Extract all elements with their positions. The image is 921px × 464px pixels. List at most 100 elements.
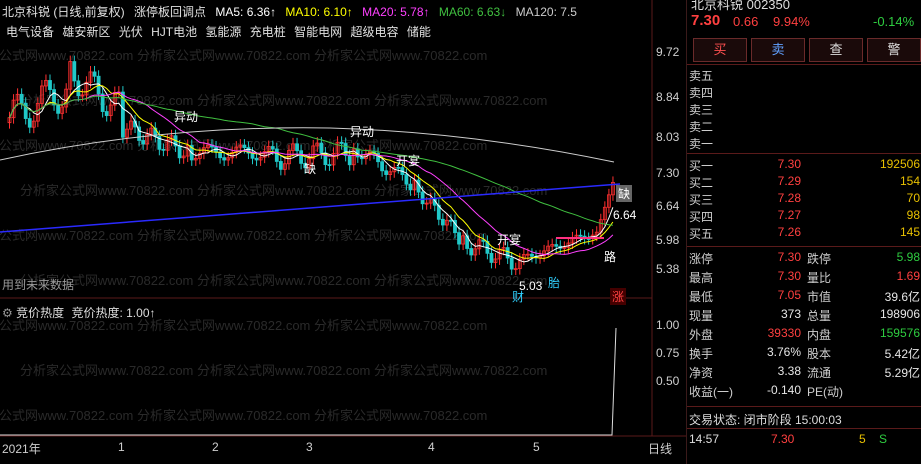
candle-body: [177, 145, 182, 159]
stat-value: 3.38: [777, 364, 801, 378]
stat-label: 外盘: [689, 328, 714, 342]
level-volume: 70: [906, 191, 920, 205]
candle-body: [347, 155, 352, 166]
stat-value: 198906: [879, 307, 920, 321]
kline-main-area[interactable]: 分析家公式网www.70822.com 分析家公式网www.70822.com …: [0, 0, 686, 464]
level-label: 买四: [689, 210, 714, 224]
candle-body: [104, 111, 109, 116]
tag-item[interactable]: 智能电网: [294, 25, 342, 39]
candle-body: [218, 151, 223, 159]
sell-level[interactable]: 卖一: [687, 135, 921, 151]
alert-button[interactable]: 警: [867, 38, 921, 62]
stat-label: 流通: [807, 366, 832, 380]
tag-item[interactable]: 充电桩: [250, 25, 286, 39]
level-label: 卖二: [689, 120, 714, 134]
ma10-label: MA10: 6.10↑: [285, 5, 353, 19]
buy-level[interactable]: 买二 7.29 154: [687, 174, 921, 190]
sell-level[interactable]: 卖三: [687, 101, 921, 117]
watermark-text: 分析家公式网www.70822.com 分析家公式网www.70822.com …: [0, 48, 487, 63]
indicator-name[interactable]: 涨停板回调点: [134, 5, 206, 19]
buy-level[interactable]: 买五 7.26 145: [687, 225, 921, 241]
quote-right-pct: -0.14%: [873, 14, 915, 29]
level-price: 7.26: [777, 225, 801, 239]
watermark-text: 分析家公式网www.70822.com 分析家公式网www.70822.com …: [0, 228, 487, 243]
stat-label: 涨停: [689, 252, 714, 266]
level-price: 7.30: [777, 157, 801, 171]
kline-chart-svg[interactable]: 分析家公式网www.70822.com 分析家公式网www.70822.com …: [0, 0, 686, 464]
candle-body: [457, 232, 461, 245]
level-label: 买五: [689, 227, 714, 241]
tag-item[interactable]: 电气设备: [6, 25, 54, 39]
buy-level[interactable]: 买三 7.28 70: [687, 191, 921, 207]
stat-label: 内盘: [807, 328, 832, 342]
high-price-label: 6.64: [613, 208, 637, 222]
level-label: 买三: [689, 193, 714, 207]
sell-level[interactable]: 卖四: [687, 84, 921, 100]
candle-body: [578, 234, 583, 237]
stat-value: 373: [780, 307, 801, 321]
tag-item[interactable]: 光伏: [119, 25, 143, 39]
stock-title[interactable]: 北京科锐 (日线,前复权): [2, 5, 125, 19]
signal-que: 缺: [304, 162, 317, 176]
watermark-text: 分析家公式网www.70822.com 分析家公式网www.70822.com …: [20, 363, 547, 378]
sell-level[interactable]: 卖二: [687, 118, 921, 134]
gear-icon[interactable]: ⚙: [2, 306, 13, 320]
level-volume: 154: [899, 174, 920, 188]
level-label: 卖五: [689, 69, 714, 83]
stat-value: 39.6亿: [884, 290, 920, 304]
query-button[interactable]: 查: [809, 38, 863, 62]
tag-item[interactable]: 雄安新区: [62, 25, 110, 39]
candle-body: [380, 161, 385, 172]
x-axis-year: 2021年: [2, 442, 41, 456]
candle-body: [408, 183, 413, 191]
tag-item[interactable]: HJT电池: [151, 25, 197, 39]
stat-value: -0.140: [766, 383, 801, 397]
watermark-text: 分析家公式网www.70822.com 分析家公式网www.70822.com …: [0, 408, 487, 423]
stat-label: 净资: [689, 366, 714, 380]
level-price: 7.28: [777, 191, 801, 205]
candle-body: [505, 247, 510, 259]
stat-label: 市值: [807, 290, 832, 304]
stat-label: 最高: [689, 271, 714, 285]
stat-label: 最低: [689, 290, 714, 304]
stat-label: 换手: [689, 347, 714, 361]
sell-button[interactable]: 卖: [751, 38, 805, 62]
candle-body: [554, 244, 559, 247]
ma60-label: MA60: 6.63↓: [438, 5, 507, 19]
level-label: 买二: [689, 176, 714, 190]
candle-body: [299, 150, 304, 164]
sub-panel-title[interactable]: 竞价热度: [16, 306, 64, 320]
indicator-header: 北京科锐 (日线,前复权) 涨停板回调点 MA5: 6.36↑ MA10: 6.…: [2, 3, 583, 19]
sell-level[interactable]: 卖五: [687, 67, 921, 83]
candle-body: [420, 191, 425, 205]
sub-panel-value: 竞价热度: 1.00↑: [71, 306, 156, 320]
candle-body: [384, 170, 389, 175]
candle-body: [27, 118, 32, 128]
level-volume: 192506: [879, 157, 920, 171]
candle-body: [274, 148, 279, 162]
buy-level[interactable]: 买一 7.30 192506: [687, 157, 921, 173]
tag-item[interactable]: 超级电容: [351, 25, 399, 39]
candle-body: [404, 174, 409, 185]
signal-yidong: 异动: [350, 125, 375, 139]
buy-button[interactable]: 买: [693, 38, 747, 62]
candle-body: [469, 248, 474, 256]
stat-label: 总量: [807, 309, 832, 323]
ma20-label: MA20: 5.78↑: [362, 5, 430, 19]
stat-row: 涨停 7.30 跌停 5.98: [687, 250, 921, 266]
tag-item[interactable]: 氢能源: [205, 25, 241, 39]
quote-panel: 北京科锐 002350 7.30 0.66 9.94% -0.14% 买 卖 查…: [686, 0, 921, 464]
signal-kaixuan: 开宴: [396, 154, 421, 168]
stat-value: 1.69: [896, 269, 920, 283]
candle-body: [343, 143, 348, 156]
candle-body: [19, 93, 24, 104]
period-label[interactable]: 日线: [648, 440, 672, 457]
stat-label: 收益(一): [689, 385, 733, 399]
signal-kaixuan: 开宴: [497, 233, 522, 247]
quote-change: 0.66: [733, 14, 759, 29]
tick-volume: 5: [859, 432, 866, 446]
ma5-label: MA5: 6.36↑: [215, 5, 277, 19]
buy-level[interactable]: 买四 7.27 98: [687, 208, 921, 224]
candle-body: [141, 140, 146, 145]
tag-item[interactable]: 储能: [407, 25, 431, 39]
